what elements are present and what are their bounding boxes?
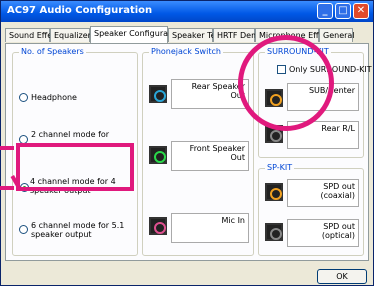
title-bar[interactable]: AC97 Audio Configuration _ □ ✕ <box>1 1 373 22</box>
spd-optical-jack-icon <box>265 223 283 241</box>
close-button[interactable]: ✕ <box>353 3 369 19</box>
rear-speaker-jack-icon <box>149 85 167 103</box>
radio-headphone[interactable] <box>19 93 28 102</box>
highlight-circle <box>238 35 334 131</box>
radio-6-channel[interactable] <box>19 225 28 234</box>
tab-speaker-test[interactable]: Speaker Test <box>168 28 223 42</box>
sp-kit-group-title: SP-KIT <box>265 163 295 172</box>
ok-button[interactable]: OK <box>317 269 367 284</box>
window-title: AC97 Audio Configuration <box>7 5 153 16</box>
tab-sound-effect[interactable]: Sound Effect <box>5 28 60 42</box>
tab-general[interactable]: General <box>319 28 355 42</box>
spd-optical-select[interactable]: SPD out (optical) <box>287 219 359 247</box>
tab-equalizer[interactable]: Equalizer <box>50 28 91 42</box>
front-speaker-out-select[interactable]: Front Speaker Out <box>171 141 249 171</box>
radio-2-channel-label: 2 channel mode for stereo speaker output <box>31 130 119 140</box>
radio-headphone-label: Headphone <box>31 93 77 102</box>
tab-speaker-configuration[interactable]: Speaker Configuration <box>90 26 183 43</box>
highlight-box <box>16 143 134 191</box>
arrow-line-top <box>0 146 14 150</box>
sp-kit-group: SP-KIT SPD out (coaxial) SPD out (optica… <box>258 163 364 256</box>
speakers-group-title: No. of Speakers <box>19 47 86 56</box>
tab-hrtf-demo[interactable]: HRTF Demo <box>213 28 264 42</box>
arrow-line-bottom <box>0 186 14 190</box>
mic-in-jack-icon <box>149 217 167 235</box>
maximize-button[interactable]: □ <box>335 3 351 19</box>
phonejack-group-title: Phonejack Switch <box>149 47 223 56</box>
mic-in-select[interactable]: Mic In <box>171 213 249 243</box>
front-speaker-jack-icon <box>149 146 167 164</box>
spd-coaxial-jack-icon <box>265 183 283 201</box>
spd-coaxial-select[interactable]: SPD out (coaxial) <box>287 179 359 207</box>
minimize-button[interactable]: _ <box>317 3 333 19</box>
radio-6-channel-label: 6 channel mode for 5.1 speaker output <box>31 221 125 239</box>
